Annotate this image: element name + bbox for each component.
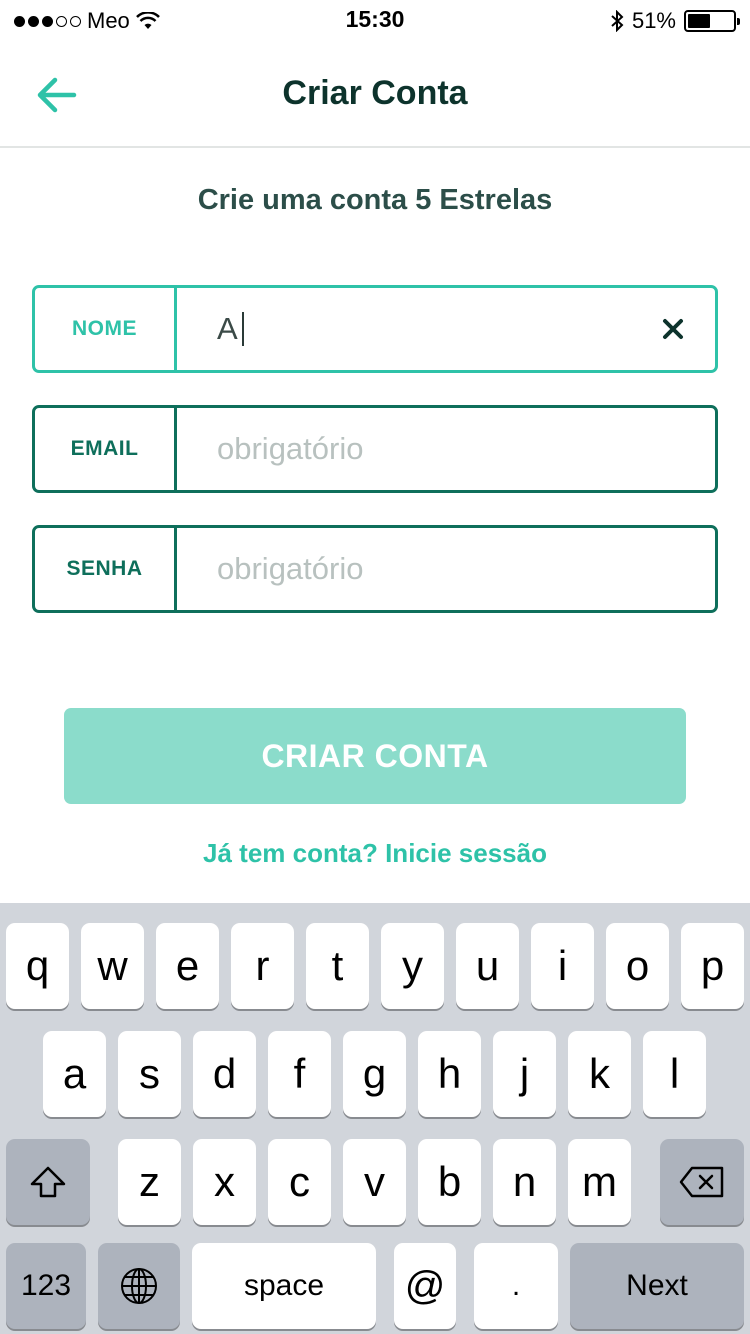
key-n[interactable]: n xyxy=(493,1139,556,1225)
dot-key[interactable]: . xyxy=(474,1243,558,1329)
key-r[interactable]: r xyxy=(231,923,294,1009)
password-input[interactable]: obrigatório xyxy=(177,528,715,610)
keyboard: 123 space @ qwertyuiop asdfghjkl zxcvbnm.N… xyxy=(0,903,750,1334)
key-o[interactable]: o xyxy=(606,923,669,1009)
key-k[interactable]: k xyxy=(568,1031,631,1117)
globe-key[interactable] xyxy=(98,1243,180,1329)
key-h[interactable]: h xyxy=(418,1031,481,1117)
numbers-key[interactable]: 123 xyxy=(6,1243,86,1329)
name-input-value: A xyxy=(217,311,238,346)
battery-percent: 51% xyxy=(631,8,676,33)
key-s[interactable]: s xyxy=(118,1031,181,1117)
form-subtitle: Crie uma conta 5 Estrelas xyxy=(197,184,553,216)
password-field[interactable]: SENHA obrigatório xyxy=(32,525,718,613)
name-field[interactable]: NOME A xyxy=(32,285,718,373)
nav-bar: Criar Conta xyxy=(0,40,750,148)
key-c[interactable]: c xyxy=(268,1139,331,1225)
key-l[interactable]: l xyxy=(643,1031,706,1117)
text-caret xyxy=(241,312,244,346)
key-d[interactable]: d xyxy=(193,1031,256,1117)
email-label: EMAIL xyxy=(35,408,177,490)
delete-key[interactable] xyxy=(660,1139,744,1225)
key-j[interactable]: j xyxy=(493,1031,556,1117)
name-label: NOME xyxy=(35,288,177,370)
status-bar: Meo 15:30 51% xyxy=(0,0,750,40)
shift-arrow-icon xyxy=(30,1166,66,1198)
key-u[interactable]: u xyxy=(456,923,519,1009)
key-v[interactable]: v xyxy=(343,1139,406,1225)
battery-fill xyxy=(688,14,711,28)
backspace-icon xyxy=(679,1166,724,1198)
key-t[interactable]: t xyxy=(306,923,369,1009)
at-key[interactable]: @ xyxy=(394,1243,456,1329)
password-label: SENHA xyxy=(35,528,177,610)
space-key[interactable]: space xyxy=(192,1243,376,1329)
signin-link[interactable]: Já tem conta? Inicie sessão xyxy=(0,838,750,869)
key-w[interactable]: w xyxy=(81,923,144,1009)
key-q[interactable]: q xyxy=(6,923,69,1009)
globe-icon xyxy=(121,1268,157,1304)
key-m[interactable]: m xyxy=(568,1139,631,1225)
next-key[interactable]: Next xyxy=(570,1243,744,1329)
key-i[interactable]: i xyxy=(531,923,594,1009)
key-y[interactable]: y xyxy=(381,923,444,1009)
clear-icon[interactable] xyxy=(653,309,693,349)
bluetooth-icon xyxy=(611,10,624,32)
key-p[interactable]: p xyxy=(681,923,744,1009)
battery-icon xyxy=(684,10,740,32)
create-account-button[interactable]: CRIAR CONTA xyxy=(64,708,686,804)
key-e[interactable]: e xyxy=(156,923,219,1009)
key-g[interactable]: g xyxy=(343,1031,406,1117)
key-a[interactable]: a xyxy=(43,1031,106,1117)
page-title: Criar Conta xyxy=(282,74,468,112)
key-f[interactable]: f xyxy=(268,1031,331,1117)
key-x[interactable]: x xyxy=(193,1139,256,1225)
key-z[interactable]: z xyxy=(118,1139,181,1225)
email-field[interactable]: EMAIL obrigatório xyxy=(32,405,718,493)
shift-key[interactable] xyxy=(6,1139,90,1225)
email-input[interactable]: obrigatório xyxy=(177,408,715,490)
key-b[interactable]: b xyxy=(418,1139,481,1225)
status-right: 51% xyxy=(610,8,740,34)
name-input[interactable]: A xyxy=(177,288,653,370)
